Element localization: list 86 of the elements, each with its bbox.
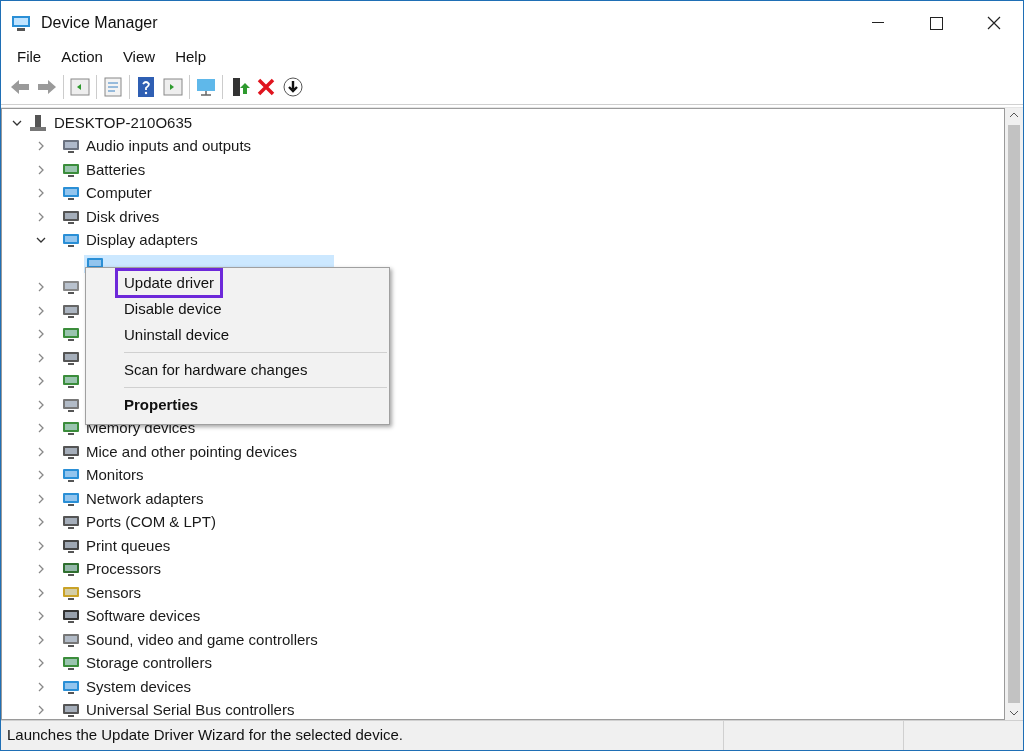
device-icon <box>62 185 80 202</box>
device-icon <box>62 608 80 625</box>
tree-item[interactable]: Print queues <box>86 534 171 557</box>
panel-icon[interactable] <box>162 75 184 98</box>
menu-item[interactable]: File <box>7 45 52 69</box>
device-icon <box>62 232 80 249</box>
menu-item[interactable]: Properties <box>115 389 208 421</box>
tree-item[interactable]: Monitors <box>86 464 144 487</box>
device-icon <box>62 490 80 507</box>
device-icon <box>62 279 80 296</box>
device-icon <box>62 514 80 531</box>
expand-chevron-icon[interactable] <box>36 705 46 716</box>
minimize-icon <box>872 22 884 24</box>
panel-icon[interactable] <box>69 75 91 98</box>
tree-item[interactable]: Disk drives <box>86 205 160 228</box>
scrollbar[interactable] <box>1005 108 1023 720</box>
expand-chevron-icon[interactable] <box>36 611 46 622</box>
device-icon <box>62 537 80 554</box>
device-icon <box>62 678 80 695</box>
expand-chevron-icon[interactable] <box>36 658 46 669</box>
tree-item[interactable]: Sound, video and game controllers <box>86 628 318 651</box>
scroll-up-icon[interactable] <box>1009 111 1019 119</box>
tree-item[interactable]: Computer <box>86 182 152 205</box>
device-icon <box>62 326 80 343</box>
menu-item[interactable]: Help <box>165 45 216 69</box>
device-icon <box>62 631 80 648</box>
expand-chevron-icon[interactable] <box>36 681 46 692</box>
tree-item[interactable]: Network adapters <box>86 487 204 510</box>
expand-chevron-icon[interactable] <box>36 352 46 363</box>
device-icon <box>62 561 80 578</box>
properties-icon[interactable] <box>102 75 124 98</box>
device-icon <box>62 420 80 437</box>
expand-chevron-icon[interactable] <box>36 470 46 481</box>
menu-item[interactable]: Scan for hardware changes <box>115 354 317 386</box>
expand-chevron-icon[interactable] <box>36 141 46 152</box>
expand-chevron-icon[interactable] <box>36 634 46 645</box>
status-text: Launches the Update Driver Wizard for the selected device. <box>6 725 405 746</box>
menu-item[interactable]: Update driver <box>115 267 224 299</box>
tree-item[interactable]: Storage controllers <box>86 652 212 675</box>
tree-item[interactable]: Ports (COM & LPT) <box>86 511 216 534</box>
tree-item[interactable]: Universal Serial Bus controllers <box>86 699 295 719</box>
expand-chevron-icon[interactable] <box>36 164 46 175</box>
device-icon <box>62 208 80 225</box>
expand-chevron-icon[interactable] <box>36 587 46 598</box>
tree-item[interactable]: Audio inputs and outputs <box>86 135 252 158</box>
device-icon <box>62 467 80 484</box>
close-icon <box>987 16 1001 30</box>
device-icon <box>62 349 80 366</box>
expand-chevron-icon[interactable] <box>36 376 46 387</box>
tree-item[interactable]: Mice and other pointing devices <box>86 440 297 463</box>
device-icon <box>62 702 80 719</box>
maximize-icon <box>929 16 943 30</box>
tree-item[interactable]: Processors <box>86 558 162 581</box>
tree-item[interactable]: Software devices <box>86 605 201 628</box>
device-icon <box>62 373 80 390</box>
tree-item[interactable]: System devices <box>86 675 192 698</box>
expand-chevron-icon[interactable] <box>36 399 46 410</box>
expand-chevron-icon[interactable] <box>36 188 46 199</box>
device-icon <box>62 138 80 155</box>
app-icon <box>11 14 31 32</box>
help-icon[interactable] <box>135 75 157 98</box>
device-icon <box>62 302 80 319</box>
tree-item[interactable]: Display adapters <box>86 229 198 252</box>
download-icon[interactable] <box>282 75 304 98</box>
device-icon <box>62 161 80 178</box>
device-icon <box>62 443 80 460</box>
expand-chevron-icon[interactable] <box>36 305 46 316</box>
device-icon <box>62 396 80 413</box>
tree-item[interactable]: Sensors <box>86 581 142 604</box>
expand-chevron-icon[interactable] <box>36 540 46 551</box>
expand-chevron-icon[interactable] <box>36 493 46 504</box>
expand-chevron-icon[interactable] <box>36 211 46 222</box>
expand-chevron-icon[interactable] <box>36 446 46 457</box>
tree-item[interactable]: Batteries <box>86 158 146 181</box>
window-title: Device Manager <box>41 13 158 33</box>
expand-chevron-icon[interactable] <box>36 329 46 340</box>
expand-chevron-icon[interactable] <box>36 282 46 293</box>
menu-item[interactable]: Action <box>51 45 113 69</box>
device-icon <box>62 655 80 672</box>
tree-root[interactable]: DESKTOP-210O635 <box>54 111 193 134</box>
device-icon <box>62 584 80 601</box>
expand-chevron-icon[interactable] <box>36 564 46 575</box>
expand-chevron-icon[interactable] <box>36 423 46 434</box>
expand-chevron-icon[interactable] <box>36 517 46 528</box>
scroll-down-icon[interactable] <box>1009 709 1019 717</box>
menu-item[interactable]: View <box>112 45 166 69</box>
